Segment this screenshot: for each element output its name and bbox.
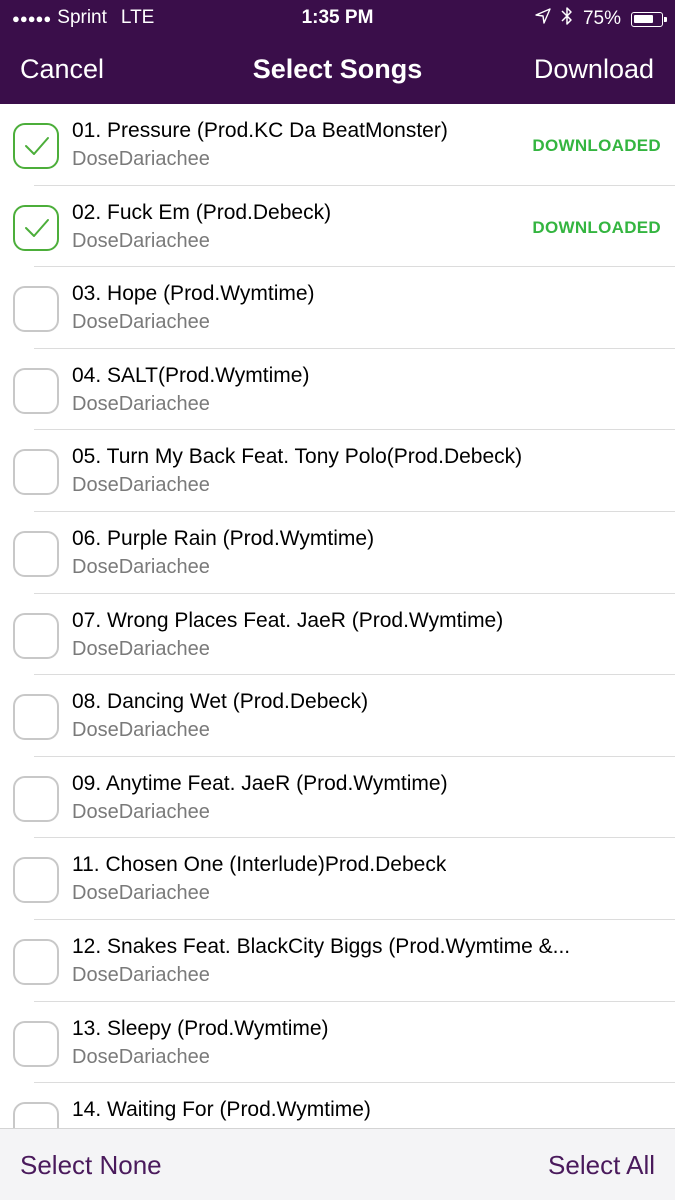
song-row[interactable]: 05. Turn My Back Feat. Tony Polo(Prod.De… — [0, 430, 675, 512]
song-title: 03. Hope (Prod.Wymtime) — [72, 282, 315, 306]
downloaded-badge: DOWNLOADED — [532, 217, 661, 237]
song-title: 13. Sleepy (Prod.Wymtime) — [72, 1016, 329, 1040]
song-row[interactable]: 12. Snakes Feat. BlackCity Biggs (Prod.W… — [0, 920, 675, 1002]
song-artist: DoseDariachee — [72, 1045, 210, 1068]
song-list[interactable]: 01. Pressure (Prod.KC Da BeatMonster) Dos… — [0, 104, 675, 1128]
song-artist: DoseDariachee — [72, 392, 210, 415]
song-checkbox[interactable] — [13, 1102, 59, 1128]
song-checkbox[interactable] — [13, 123, 59, 169]
song-checkbox[interactable] — [13, 530, 59, 577]
header: ●●●●● Sprint LTE 1:35 PM 75% Cancel Sele… — [0, 0, 675, 104]
battery-icon — [631, 11, 667, 27]
select-all-button[interactable]: Select All — [548, 1150, 655, 1181]
select-none-button[interactable]: Select None — [20, 1150, 162, 1181]
song-artist: DoseDariachee — [72, 800, 210, 823]
song-title: 14. Waiting For (Prod.Wymtime) — [72, 1098, 371, 1122]
song-checkbox[interactable] — [13, 1020, 59, 1067]
bottom-toolbar: Select None Select All — [0, 1128, 675, 1200]
song-title: 05. Turn My Back Feat. Tony Polo(Prod.De… — [72, 445, 523, 469]
battery-level — [634, 14, 653, 23]
song-title: 01. Pressure (Prod.KC Da BeatMonster) — [72, 119, 448, 142]
song-row[interactable]: 14. Waiting For (Prod.Wymtime) — [0, 1083, 675, 1128]
song-artist: DoseDariachee — [72, 229, 210, 252]
song-checkbox[interactable] — [13, 857, 59, 904]
song-checkbox[interactable] — [13, 612, 59, 659]
song-artist: DoseDariachee — [72, 148, 210, 170]
song-artist: DoseDariachee — [72, 311, 210, 334]
song-row[interactable]: 06. Purple Rain (Prod.Wymtime) DoseDariac… — [0, 512, 675, 594]
status-bar: ●●●●● Sprint LTE 1:35 PM 75% — [0, 0, 675, 34]
song-checkbox[interactable] — [13, 367, 59, 414]
song-artist: DoseDariachee — [72, 963, 210, 986]
song-checkbox[interactable] — [13, 286, 59, 333]
bluetooth-icon — [561, 6, 573, 32]
battery-percent: 75% — [582, 8, 621, 29]
song-artist: DoseDariachee — [72, 555, 210, 578]
song-title: 07. Wrong Places Feat. JaeR (Prod.Wymtim… — [72, 608, 504, 632]
song-checkbox[interactable] — [13, 775, 59, 822]
song-title: 04. SALT(Prod.Wymtime) — [72, 363, 310, 387]
song-row[interactable]: 08. Dancing Wet (Prod.Debeck) DoseDariach… — [0, 675, 675, 757]
song-checkbox[interactable] — [13, 449, 59, 496]
song-row[interactable]: 07. Wrong Places Feat. JaeR (Prod.Wymtim… — [0, 594, 675, 676]
song-checkbox[interactable] — [13, 694, 59, 741]
location-arrow-icon — [535, 8, 551, 30]
song-title: 09. Anytime Feat. JaeR (Prod.Wymtime) — [72, 771, 448, 795]
song-title: 02. Fuck Em (Prod.Debeck) — [72, 200, 332, 224]
song-row[interactable]: 01. Pressure (Prod.KC Da BeatMonster) Dos… — [0, 104, 675, 186]
status-right: 75% — [535, 6, 667, 32]
battery-tip — [664, 16, 667, 22]
song-title: 12. Snakes Feat. BlackCity Biggs (Prod.W… — [72, 934, 571, 958]
song-row[interactable]: 13. Sleepy (Prod.Wymtime) DoseDariachee — [0, 1002, 675, 1084]
song-title: 06. Purple Rain (Prod.Wymtime) — [72, 526, 375, 550]
song-artist: DoseDariachee — [72, 637, 210, 660]
song-title: 08. Dancing Wet (Prod.Debeck) — [72, 690, 369, 714]
song-checkbox[interactable] — [13, 938, 59, 985]
downloaded-badge: DOWNLOADED — [532, 136, 661, 155]
song-title: 11. Chosen One (Interlude)Prod.Debeck — [72, 853, 447, 877]
song-row[interactable]: 04. SALT(Prod.Wymtime) DoseDariachee — [0, 349, 675, 431]
song-artist: DoseDariachee — [72, 719, 210, 742]
song-row[interactable]: 03. Hope (Prod.Wymtime) DoseDariachee — [0, 267, 675, 349]
song-artist: DoseDariachee — [72, 882, 210, 905]
song-row[interactable]: 11. Chosen One (Interlude)Prod.Debeck Dos… — [0, 838, 675, 920]
download-button[interactable]: Download — [534, 54, 654, 85]
navigation-bar: Cancel Select Songs Download — [0, 34, 675, 104]
song-row[interactable]: 02. Fuck Em (Prod.Debeck) DoseDariachee DO… — [0, 186, 675, 268]
song-checkbox[interactable] — [13, 204, 59, 251]
song-row[interactable]: 09. Anytime Feat. JaeR (Prod.Wymtime) Dos… — [0, 757, 675, 839]
song-artist: DoseDariachee — [72, 474, 210, 497]
